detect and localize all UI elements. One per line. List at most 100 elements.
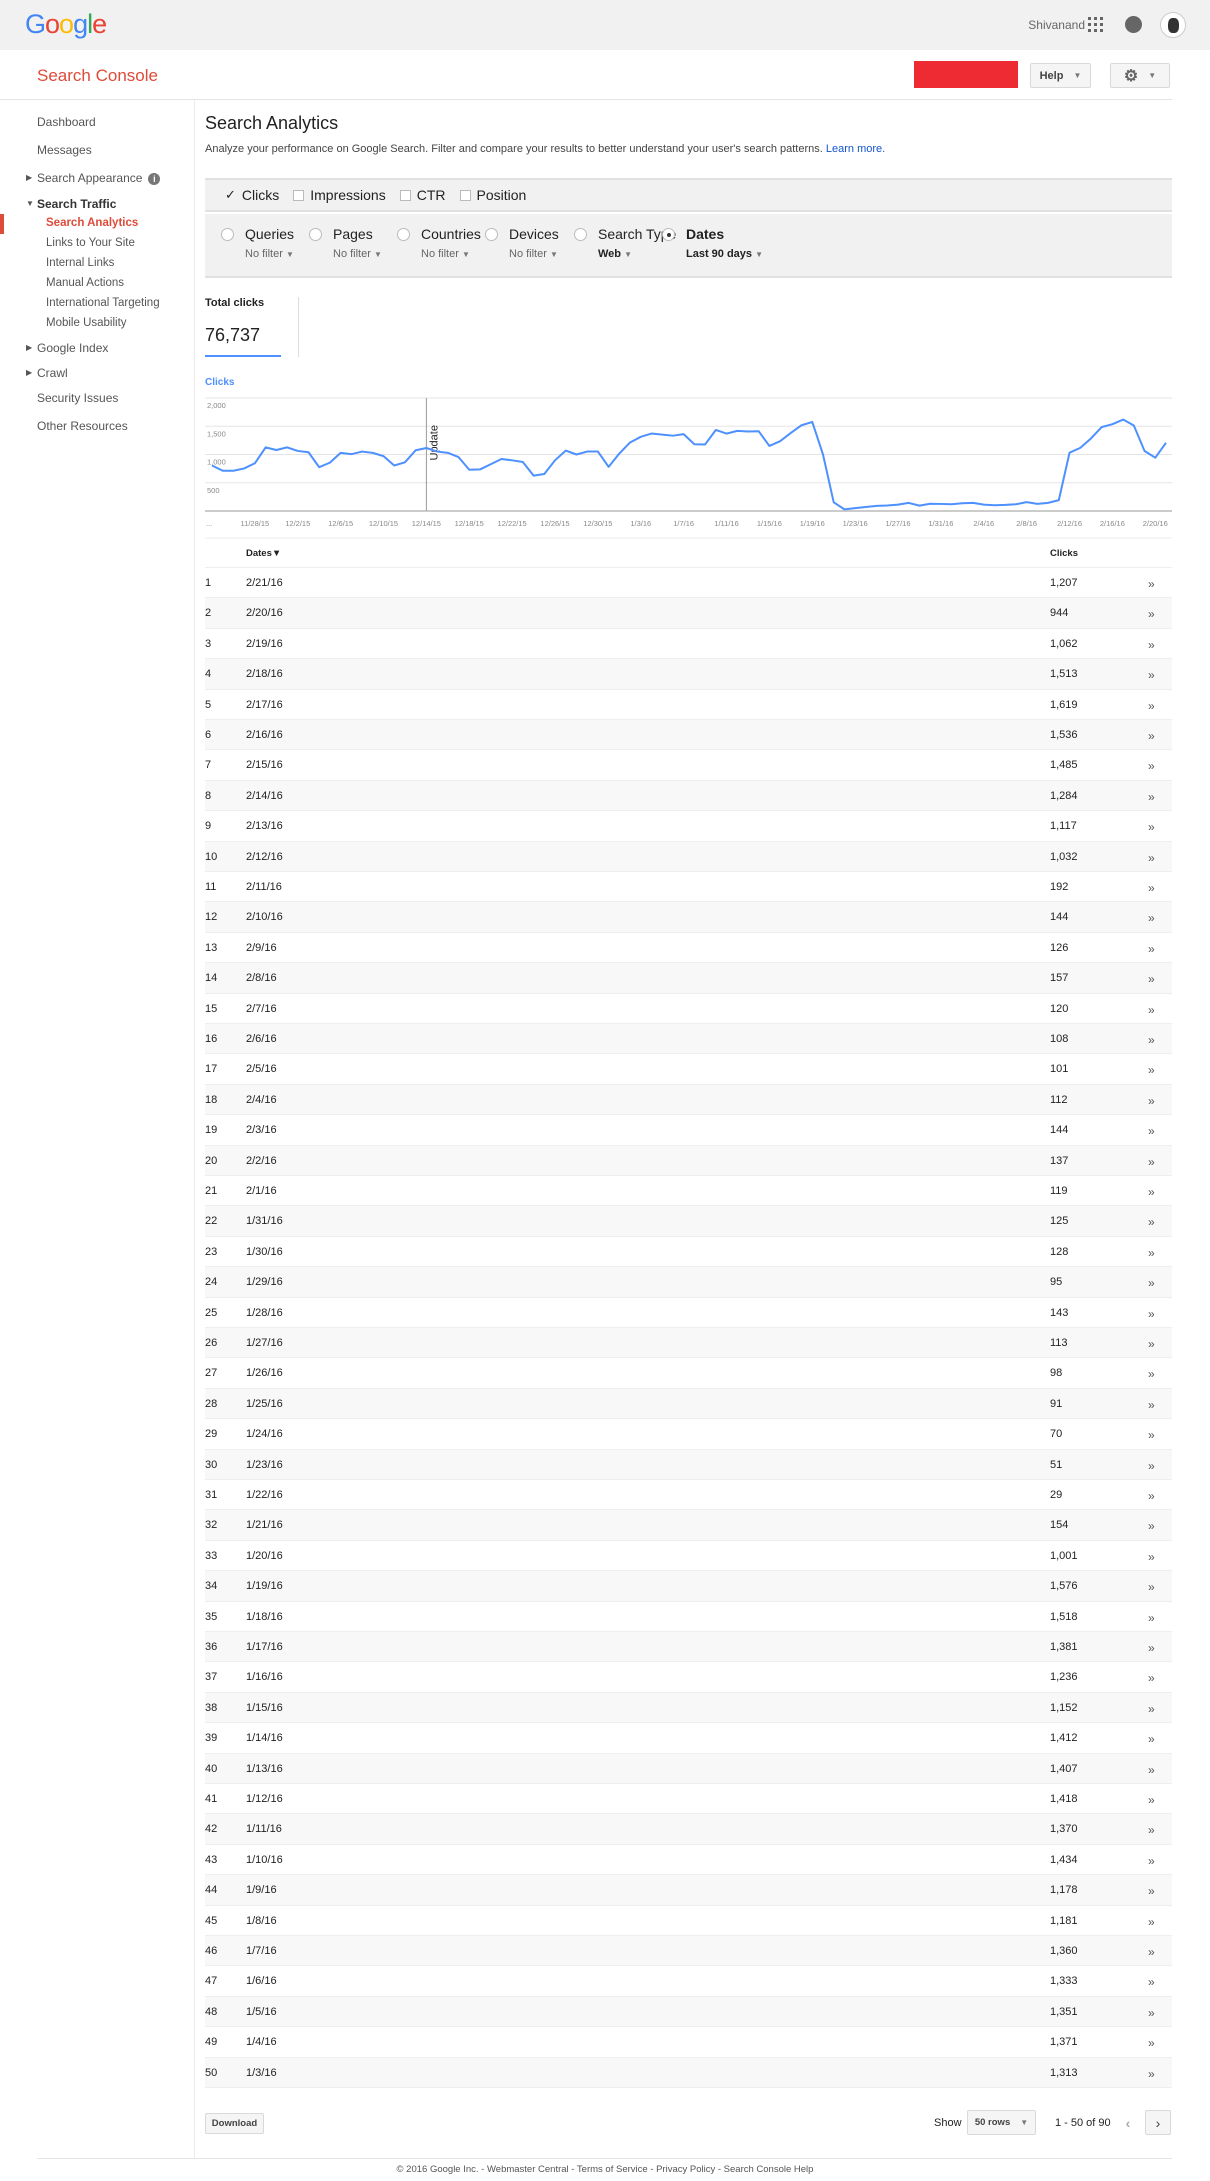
sidebar-item-search-analytics[interactable]: Search Analytics [46, 217, 138, 229]
table-row[interactable]: 43 1/10/16 1,434 » [205, 1845, 1172, 1876]
next-page-button[interactable]: › [1145, 2110, 1171, 2135]
radio-button[interactable] [221, 228, 234, 241]
table-row[interactable]: 26 1/27/16 113 » [205, 1328, 1172, 1359]
table-row[interactable]: 15 2/7/16 120 » [205, 994, 1172, 1024]
settings-button[interactable]: ⚙ ▼ [1110, 63, 1170, 88]
chevron-double-right-icon[interactable]: » [1148, 820, 1155, 834]
table-row[interactable]: 39 1/14/16 1,412 » [205, 1723, 1172, 1754]
user-name[interactable]: Shivanand [1028, 18, 1085, 32]
table-row[interactable]: 33 1/20/16 1,001 » [205, 1541, 1172, 1572]
table-row[interactable]: 38 1/15/16 1,152 » [205, 1692, 1172, 1724]
table-row[interactable]: 19 2/3/16 144 » [205, 1115, 1172, 1146]
sidebar-item-search-traffic[interactable]: ▼ Search Traffic [26, 197, 116, 211]
sidebar-item-mobile-usability[interactable]: Mobile Usability [46, 317, 127, 329]
table-row[interactable]: 34 1/19/16 1,576 » [205, 1571, 1172, 1602]
chevron-double-right-icon[interactable]: » [1148, 1915, 1155, 1929]
sidebar-item-search-appearance[interactable]: ▶ Search Appearance i [26, 171, 161, 185]
table-row[interactable]: 11 2/11/16 192 » [205, 872, 1172, 903]
table-row[interactable]: 41 1/12/16 1,418 » [205, 1784, 1172, 1815]
table-row[interactable]: 8 2/14/16 1,284 » [205, 780, 1172, 812]
sidebar-item-dashboard[interactable]: Dashboard [37, 115, 96, 129]
chevron-double-right-icon[interactable]: » [1148, 699, 1155, 713]
radio-button[interactable] [397, 228, 410, 241]
table-row[interactable]: 45 1/8/16 1,181 » [205, 1906, 1172, 1936]
table-row[interactable]: 27 1/26/16 98 » [205, 1358, 1172, 1389]
table-row[interactable]: 10 2/12/16 1,032 » [205, 841, 1172, 872]
chevron-double-right-icon[interactable]: » [1148, 911, 1155, 925]
table-row[interactable]: 50 1/3/16 1,313 » [205, 2057, 1172, 2088]
table-row[interactable]: 17 2/5/16 101 » [205, 1054, 1172, 1085]
chevron-double-right-icon[interactable]: » [1148, 1276, 1155, 1290]
chevron-double-right-icon[interactable]: » [1148, 638, 1155, 652]
footer-links[interactable]: © 2016 Google Inc. - Webmaster Central -… [0, 2164, 1210, 2175]
column-header-clicks[interactable]: Clicks [1050, 548, 1078, 559]
chevron-double-right-icon[interactable]: » [1148, 1671, 1155, 1685]
table-row[interactable]: 7 2/15/16 1,485 » [205, 750, 1172, 781]
table-row[interactable]: 49 1/4/16 1,371 » [205, 2027, 1172, 2058]
chevron-double-right-icon[interactable]: » [1148, 2036, 1155, 2050]
chevron-double-right-icon[interactable]: » [1148, 1246, 1155, 1260]
rows-per-page-select[interactable]: 50 rows ▼ [967, 2110, 1036, 2135]
chevron-double-right-icon[interactable]: » [1148, 1702, 1155, 1716]
chevron-double-right-icon[interactable]: » [1148, 1367, 1155, 1381]
table-row[interactable]: 31 1/22/16 29 » [205, 1480, 1172, 1511]
site-selector-redacted[interactable] [914, 61, 1018, 88]
chevron-double-right-icon[interactable]: » [1148, 1428, 1155, 1442]
table-row[interactable]: 16 2/6/16 108 » [205, 1024, 1172, 1055]
google-logo[interactable]: Google [25, 9, 107, 40]
chevron-double-right-icon[interactable]: » [1148, 2006, 1155, 2020]
table-row[interactable]: 20 2/2/16 137 » [205, 1145, 1172, 1176]
sidebar-item-google-index[interactable]: ▶ Google Index [26, 341, 108, 355]
table-row[interactable]: 5 2/17/16 1,619 » [205, 690, 1172, 720]
radio-button[interactable] [662, 228, 675, 241]
chevron-double-right-icon[interactable]: » [1148, 759, 1155, 773]
table-row[interactable]: 25 1/28/16 143 » [205, 1298, 1172, 1328]
table-row[interactable]: 42 1/11/16 1,370 » [205, 1814, 1172, 1845]
download-button[interactable]: Download [205, 2113, 264, 2134]
chevron-double-right-icon[interactable]: » [1148, 1033, 1155, 1047]
chevron-double-right-icon[interactable]: » [1148, 1611, 1155, 1625]
table-row[interactable]: 32 1/21/16 154 » [205, 1510, 1172, 1541]
search-console-title[interactable]: Search Console [37, 66, 158, 86]
avatar[interactable] [1160, 12, 1186, 38]
chevron-double-right-icon[interactable]: » [1148, 1793, 1155, 1807]
filter-value-dropdown[interactable]: No filter ▼ [245, 248, 294, 260]
sidebar-item-crawl[interactable]: ▶ Crawl [26, 366, 68, 380]
sidebar-item-links-to-your-site[interactable]: Links to Your Site [46, 237, 135, 249]
chevron-double-right-icon[interactable]: » [1148, 942, 1155, 956]
chevron-double-right-icon[interactable]: » [1148, 1215, 1155, 1229]
chevron-double-right-icon[interactable]: » [1148, 1003, 1155, 1017]
table-row[interactable]: 13 2/9/16 126 » [205, 933, 1172, 964]
sidebar-item-internal-links[interactable]: Internal Links [46, 257, 114, 269]
chevron-double-right-icon[interactable]: » [1148, 1763, 1155, 1777]
chevron-double-right-icon[interactable]: » [1148, 1489, 1155, 1503]
chevron-double-right-icon[interactable]: » [1148, 1580, 1155, 1594]
table-row[interactable]: 47 1/6/16 1,333 » [205, 1966, 1172, 1997]
chevron-double-right-icon[interactable]: » [1148, 1854, 1155, 1868]
chevron-double-right-icon[interactable]: » [1148, 729, 1155, 743]
chevron-double-right-icon[interactable]: » [1148, 1641, 1155, 1655]
chevron-double-right-icon[interactable]: » [1148, 1398, 1155, 1412]
chevron-double-right-icon[interactable]: » [1148, 881, 1155, 895]
table-row[interactable]: 30 1/23/16 51 » [205, 1449, 1172, 1480]
table-row[interactable]: 23 1/30/16 128 » [205, 1237, 1172, 1268]
table-row[interactable]: 35 1/18/16 1,518 » [205, 1602, 1172, 1632]
metric-ctr-checkbox[interactable]: CTR [399, 187, 446, 203]
previous-page-button[interactable]: ‹ [1115, 2110, 1141, 2135]
table-row[interactable]: 24 1/29/16 95 » [205, 1267, 1172, 1298]
table-row[interactable]: 46 1/7/16 1,360 » [205, 1936, 1172, 1967]
sidebar-item-messages[interactable]: Messages [37, 143, 92, 157]
filter-value-dropdown[interactable]: No filter ▼ [509, 248, 558, 260]
table-row[interactable]: 37 1/16/16 1,236 » [205, 1662, 1172, 1693]
table-row[interactable]: 9 2/13/16 1,117 » [205, 811, 1172, 842]
chevron-double-right-icon[interactable]: » [1148, 1185, 1155, 1199]
chevron-double-right-icon[interactable]: » [1148, 1337, 1155, 1351]
help-button[interactable]: Help ▼ [1030, 63, 1091, 88]
table-row[interactable]: 22 1/31/16 125 » [205, 1206, 1172, 1237]
notifications-icon[interactable] [1125, 16, 1142, 33]
apps-grid-icon[interactable] [1088, 17, 1103, 32]
table-row[interactable]: 1 2/21/16 1,207 » [205, 568, 1172, 599]
chevron-double-right-icon[interactable]: » [1148, 1732, 1155, 1746]
chevron-double-right-icon[interactable]: » [1148, 577, 1155, 591]
sidebar-item-manual-actions[interactable]: Manual Actions [46, 277, 124, 289]
